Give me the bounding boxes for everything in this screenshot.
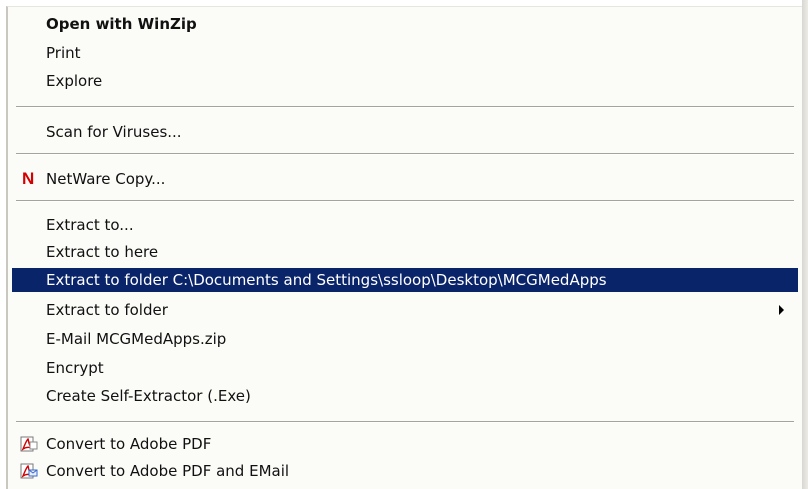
menu-item-print[interactable]: Print bbox=[12, 41, 798, 65]
menu-item-convert-to-pdf[interactable]: Convert to Adobe PDF bbox=[12, 432, 798, 456]
menu-item-label: Create Self-Extractor (.Exe) bbox=[46, 387, 251, 405]
menu-item-encrypt[interactable]: Encrypt bbox=[12, 356, 798, 380]
menu-item-open-with-winzip[interactable]: Open with WinZip bbox=[12, 12, 798, 36]
menu-item-label: Extract to... bbox=[46, 216, 134, 234]
submenu-arrow-icon bbox=[779, 305, 784, 315]
menu-item-label: E-Mail MCGMedApps.zip bbox=[46, 330, 227, 348]
adobe-pdf-email-icon bbox=[20, 463, 38, 479]
context-menu: Open with WinZip Print Explore Scan for … bbox=[6, 6, 802, 489]
menu-item-extract-to-folder-path[interactable]: Extract to folder C:\Documents and Setti… bbox=[12, 268, 798, 292]
menu-item-label: Extract to folder C:\Documents and Setti… bbox=[46, 271, 607, 289]
menu-item-label: Convert to Adobe PDF bbox=[46, 435, 212, 453]
menu-item-email-zip[interactable]: E-Mail MCGMedApps.zip bbox=[12, 327, 798, 351]
menu-item-create-self-extractor[interactable]: Create Self-Extractor (.Exe) bbox=[12, 384, 798, 408]
menu-item-label: Open with WinZip bbox=[46, 15, 197, 33]
netware-n-icon: N bbox=[22, 169, 35, 188]
adobe-pdf-icon bbox=[20, 436, 38, 452]
menu-item-label: Encrypt bbox=[46, 359, 104, 377]
menu-item-label: Print bbox=[46, 44, 81, 62]
menu-item-label: Extract to folder bbox=[46, 301, 168, 319]
window-edge bbox=[802, 0, 808, 489]
menu-item-label: Convert to Adobe PDF and EMail bbox=[46, 462, 290, 480]
menu-separator bbox=[16, 153, 794, 155]
menu-separator bbox=[16, 200, 794, 202]
menu-item-explore[interactable]: Explore bbox=[12, 69, 798, 93]
menu-item-label: Scan for Viruses... bbox=[46, 123, 182, 141]
menu-item-label: Extract to here bbox=[46, 243, 159, 261]
menu-item-extract-to-folder[interactable]: Extract to folder bbox=[12, 298, 798, 322]
menu-item-extract-to-here[interactable]: Extract to here bbox=[12, 240, 798, 264]
menu-item-label: Explore bbox=[46, 72, 103, 90]
menu-item-scan-for-viruses[interactable]: Scan for Viruses... bbox=[12, 120, 798, 144]
menu-item-convert-to-pdf-email[interactable]: Convert to Adobe PDF and EMail bbox=[12, 459, 798, 483]
menu-separator bbox=[16, 106, 794, 108]
menu-separator bbox=[16, 421, 794, 423]
menu-item-netware-copy[interactable]: N NetWare Copy... bbox=[12, 167, 798, 191]
menu-item-extract-to[interactable]: Extract to... bbox=[12, 213, 798, 237]
menu-item-label: NetWare Copy... bbox=[46, 170, 166, 188]
